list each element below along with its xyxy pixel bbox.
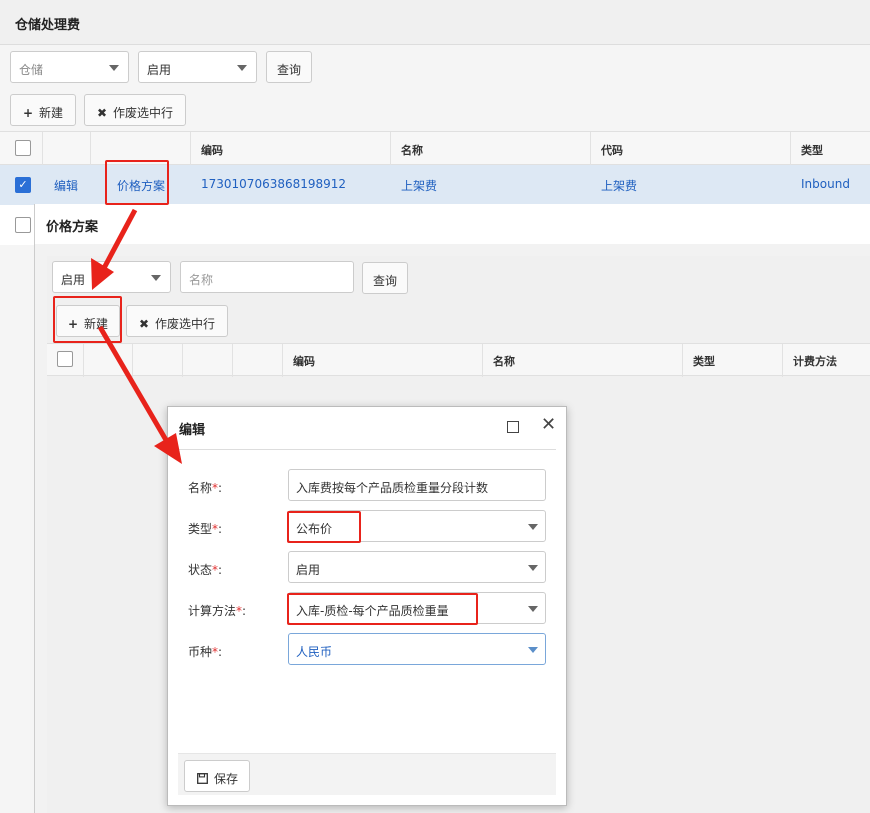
price-column-header-method[interactable]: 计费方法 [793, 353, 837, 369]
row-short-code: 上架费 [601, 179, 638, 193]
price-plan-window-title: 价格方案 [46, 220, 99, 235]
status-select-value: 启用 [147, 63, 172, 77]
annotation-box-new [53, 296, 122, 343]
column-header-type[interactable]: 类型 [801, 142, 823, 158]
name-input[interactable]: 入库费按每个产品质检重量分段计数 [288, 469, 546, 501]
currency-select-value: 人民币 [296, 645, 333, 659]
save-icon [197, 773, 208, 784]
name-label: 名称*: [188, 481, 223, 495]
save-button[interactable]: 保存 [184, 760, 250, 792]
category-select-value: 仓储 [19, 63, 44, 77]
currency-select[interactable]: 人民币 [288, 633, 546, 665]
row-checkbox[interactable] [15, 217, 31, 233]
price-column-header-code[interactable]: 编码 [293, 353, 315, 369]
chevron-down-icon [528, 647, 538, 653]
price-status-select[interactable]: 启用 [52, 261, 171, 293]
row-type: Inbound [801, 177, 850, 191]
close-icon[interactable]: ✕ [541, 415, 556, 435]
method-label: 计算方法*: [188, 604, 247, 618]
annotation-box-method [287, 593, 478, 625]
row-checkbox[interactable]: ✓ [15, 177, 31, 193]
chevron-down-icon [109, 65, 119, 71]
column-header-name[interactable]: 名称 [401, 142, 423, 158]
status-select[interactable]: 启用 [288, 551, 546, 583]
row-name: 上架费 [401, 179, 438, 193]
chevron-down-icon [528, 524, 538, 530]
x-icon: ✖ [138, 317, 150, 331]
price-status-value: 启用 [61, 273, 86, 287]
save-button-label: 保存 [214, 772, 239, 786]
new-button[interactable]: + 新建 [10, 94, 76, 126]
status-label: 状态*: [188, 563, 223, 577]
type-label: 类型*: [188, 522, 223, 536]
x-icon: ✖ [96, 106, 108, 120]
category-select[interactable]: 仓储 [10, 51, 129, 83]
column-header-code[interactable]: 编码 [201, 142, 223, 158]
page-header: 仓储处理费 [0, 0, 870, 45]
status-select-value: 启用 [296, 563, 321, 577]
filter-bar: 仓储 启用 查询 [0, 45, 870, 89]
annotation-box-type [287, 511, 361, 543]
chevron-down-icon [528, 565, 538, 571]
price-grid-header: 编码 名称 类型 计费方法 [47, 343, 870, 377]
new-button-label: 新建 [39, 106, 64, 120]
column-header-short-code[interactable]: 代码 [601, 142, 623, 158]
price-column-header-type[interactable]: 类型 [693, 353, 715, 369]
maximize-icon[interactable] [507, 421, 519, 433]
edit-link[interactable]: 编辑 [54, 177, 78, 194]
price-void-selected-button[interactable]: ✖ 作废选中行 [126, 305, 228, 337]
price-void-button-label: 作废选中行 [155, 317, 216, 331]
chevron-down-icon [237, 65, 247, 71]
chevron-down-icon [151, 275, 161, 281]
status-select[interactable]: 启用 [138, 51, 257, 83]
annotation-box-price-plan [105, 160, 169, 205]
price-column-header-name[interactable]: 名称 [493, 353, 515, 369]
select-all-checkbox[interactable] [15, 140, 31, 156]
currency-label: 币种*: [188, 645, 223, 659]
void-selected-button[interactable]: ✖ 作废选中行 [84, 94, 186, 126]
edit-dialog-title: 编辑 [179, 423, 206, 438]
price-select-all-checkbox[interactable] [57, 351, 73, 367]
plus-icon: + [22, 106, 34, 120]
name-search-input[interactable]: 名称 [180, 261, 354, 293]
void-button-label: 作废选中行 [113, 106, 174, 120]
chevron-down-icon [528, 606, 538, 612]
price-query-button[interactable]: 查询 [362, 262, 408, 294]
query-button[interactable]: 查询 [266, 51, 312, 83]
row-code: 1730107063868198912 [201, 177, 347, 191]
page-title: 仓储处理费 [15, 18, 81, 33]
